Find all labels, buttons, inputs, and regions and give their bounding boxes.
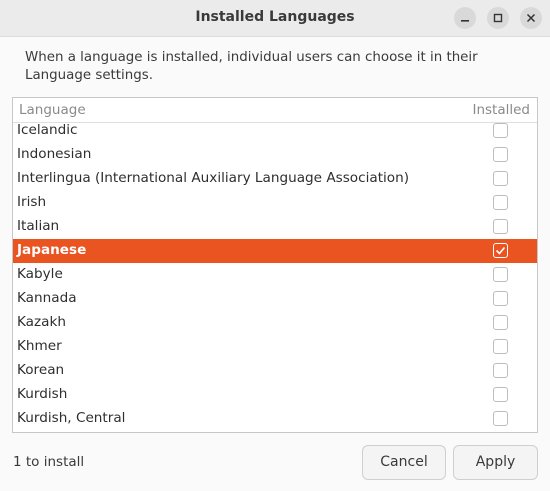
language-label: Kurdish	[17, 386, 68, 402]
installed-languages-dialog: Installed Languages When a language is i…	[0, 0, 550, 491]
list-item[interactable]: Italian	[13, 215, 537, 239]
list-item[interactable]: Japanese	[13, 239, 537, 263]
maximize-button[interactable]	[487, 7, 509, 29]
installed-checkbox[interactable]	[493, 387, 508, 402]
language-label: Kabyle	[17, 266, 63, 282]
minimize-icon	[461, 20, 469, 22]
column-header-installed[interactable]: Installed	[472, 102, 530, 118]
installed-checkbox[interactable]	[493, 243, 508, 258]
column-header-language[interactable]: Language	[19, 102, 86, 118]
installed-checkbox[interactable]	[493, 315, 508, 330]
close-icon	[526, 13, 536, 23]
apply-button[interactable]: Apply	[453, 445, 538, 480]
language-label: Khmer	[17, 338, 62, 354]
list-item[interactable]: Korean	[13, 359, 537, 383]
language-label: Kazakh	[17, 314, 66, 330]
cancel-button[interactable]: Cancel	[362, 445, 446, 480]
language-label: Korean	[17, 362, 65, 378]
list-item[interactable]: Irish	[13, 191, 537, 215]
installed-checkbox[interactable]	[493, 339, 508, 354]
installed-checkbox[interactable]	[493, 267, 508, 282]
language-list[interactable]: HungarianIcelandicIndonesianInterlingua …	[12, 97, 538, 433]
list-item[interactable]: Kabyle	[13, 263, 537, 287]
list-item[interactable]: Kurdish, Central	[13, 407, 537, 431]
title-bar: Installed Languages	[0, 0, 550, 37]
installed-checkbox[interactable]	[493, 195, 508, 210]
list-header: Language Installed	[13, 98, 537, 123]
language-label: Irish	[17, 194, 47, 210]
list-item[interactable]: Khmer	[13, 335, 537, 359]
language-label: Italian	[17, 218, 60, 234]
list-item[interactable]: Indonesian	[13, 143, 537, 167]
list-item[interactable]: Interlingua (International Auxiliary Lan…	[13, 167, 537, 191]
maximize-icon	[493, 13, 503, 23]
installed-checkbox[interactable]	[493, 291, 508, 306]
language-label: Kurdish, Central	[17, 410, 126, 426]
checkmark-icon	[495, 246, 506, 255]
list-item[interactable]: Kurdish	[13, 383, 537, 407]
installed-checkbox[interactable]	[493, 411, 508, 426]
language-label: Japanese	[17, 242, 87, 258]
installed-checkbox[interactable]	[493, 219, 508, 234]
list-item[interactable]: Kannada	[13, 287, 537, 311]
language-label: Kannada	[17, 290, 77, 306]
language-rows: HungarianIcelandicIndonesianInterlingua …	[13, 98, 537, 431]
close-button[interactable]	[520, 7, 542, 29]
installed-checkbox[interactable]	[493, 363, 508, 378]
installed-checkbox[interactable]	[493, 123, 508, 138]
language-label: Icelandic	[17, 122, 78, 138]
list-item[interactable]: Kazakh	[13, 311, 537, 335]
install-status: 1 to install	[13, 454, 85, 470]
language-label: Indonesian	[17, 146, 92, 162]
description-text: When a language is installed, individual…	[25, 50, 478, 83]
installed-checkbox[interactable]	[493, 147, 508, 162]
language-label: Interlingua (International Auxiliary Lan…	[17, 170, 410, 186]
installed-checkbox[interactable]	[493, 171, 508, 186]
minimize-button[interactable]	[454, 7, 476, 29]
